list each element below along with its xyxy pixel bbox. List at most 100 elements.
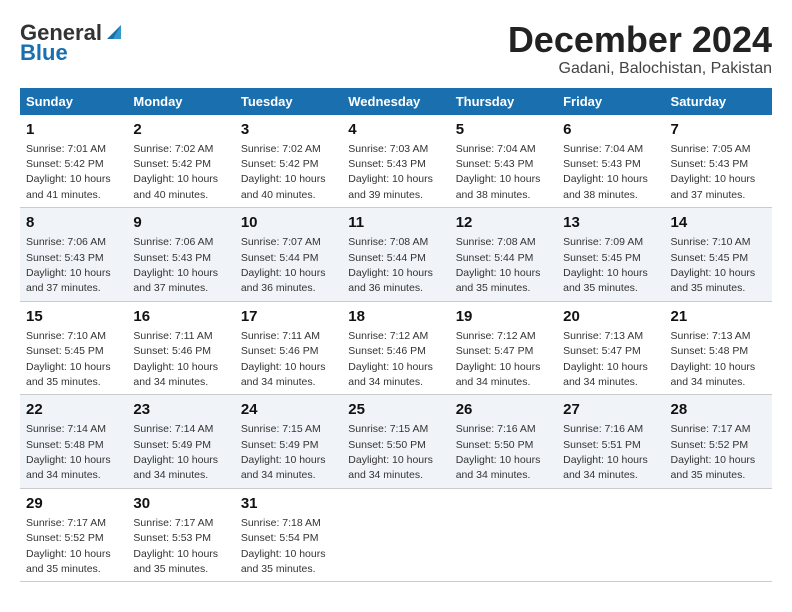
sunrise-text: Sunrise: 7:16 AM — [456, 423, 536, 435]
sunset-text: Sunset: 5:43 PM — [456, 158, 534, 170]
sunrise-text: Sunrise: 7:10 AM — [26, 330, 106, 342]
day-number: 5 — [456, 119, 551, 140]
calendar-day-cell — [450, 488, 557, 582]
weekday-header: Friday — [557, 88, 664, 115]
logo-blue: Blue — [20, 40, 68, 66]
sunset-text: Sunset: 5:44 PM — [456, 252, 534, 264]
day-number: 27 — [563, 399, 658, 420]
daylight-text: Daylight: 10 hours and 37 minutes. — [133, 267, 218, 294]
day-number: 13 — [563, 212, 658, 233]
weekday-header: Thursday — [450, 88, 557, 115]
sunset-text: Sunset: 5:49 PM — [133, 439, 211, 451]
calendar-day-cell — [665, 488, 772, 582]
sunset-text: Sunset: 5:48 PM — [671, 345, 749, 357]
day-number: 19 — [456, 306, 551, 327]
sunrise-text: Sunrise: 7:08 AM — [348, 236, 428, 248]
day-number: 31 — [241, 493, 336, 514]
calendar-day-cell — [557, 488, 664, 582]
day-number: 4 — [348, 119, 443, 140]
sunrise-text: Sunrise: 7:12 AM — [348, 330, 428, 342]
daylight-text: Daylight: 10 hours and 34 minutes. — [241, 361, 326, 388]
daylight-text: Daylight: 10 hours and 37 minutes. — [26, 267, 111, 294]
daylight-text: Daylight: 10 hours and 34 minutes. — [563, 361, 648, 388]
weekday-header: Sunday — [20, 88, 127, 115]
day-number: 29 — [26, 493, 121, 514]
daylight-text: Daylight: 10 hours and 40 minutes. — [241, 173, 326, 200]
sunrise-text: Sunrise: 7:11 AM — [133, 330, 212, 342]
sunset-text: Sunset: 5:43 PM — [26, 252, 104, 264]
calendar-day-cell: 16 Sunrise: 7:11 AM Sunset: 5:46 PM Dayl… — [127, 301, 234, 395]
calendar-week-row: 8 Sunrise: 7:06 AM Sunset: 5:43 PM Dayli… — [20, 208, 772, 302]
sunrise-text: Sunrise: 7:09 AM — [563, 236, 643, 248]
sunrise-text: Sunrise: 7:06 AM — [133, 236, 213, 248]
daylight-text: Daylight: 10 hours and 35 minutes. — [241, 548, 326, 575]
weekday-header: Monday — [127, 88, 234, 115]
sunset-text: Sunset: 5:52 PM — [26, 532, 104, 544]
daylight-text: Daylight: 10 hours and 34 minutes. — [563, 454, 648, 481]
day-number: 26 — [456, 399, 551, 420]
daylight-text: Daylight: 10 hours and 34 minutes. — [671, 361, 756, 388]
sunset-text: Sunset: 5:47 PM — [563, 345, 641, 357]
sunrise-text: Sunrise: 7:04 AM — [563, 143, 643, 155]
daylight-text: Daylight: 10 hours and 35 minutes. — [671, 454, 756, 481]
sunrise-text: Sunrise: 7:08 AM — [456, 236, 536, 248]
sunset-text: Sunset: 5:46 PM — [241, 345, 319, 357]
calendar-day-cell: 1 Sunrise: 7:01 AM Sunset: 5:42 PM Dayli… — [20, 115, 127, 208]
sunrise-text: Sunrise: 7:01 AM — [26, 143, 106, 155]
calendar-day-cell: 20 Sunrise: 7:13 AM Sunset: 5:47 PM Dayl… — [557, 301, 664, 395]
daylight-text: Daylight: 10 hours and 37 minutes. — [671, 173, 756, 200]
sunset-text: Sunset: 5:46 PM — [133, 345, 211, 357]
calendar-day-cell: 27 Sunrise: 7:16 AM Sunset: 5:51 PM Dayl… — [557, 395, 664, 489]
daylight-text: Daylight: 10 hours and 35 minutes. — [26, 548, 111, 575]
sunrise-text: Sunrise: 7:04 AM — [456, 143, 536, 155]
sunrise-text: Sunrise: 7:13 AM — [563, 330, 643, 342]
sunset-text: Sunset: 5:43 PM — [671, 158, 749, 170]
weekday-header: Saturday — [665, 88, 772, 115]
calendar-day-cell: 22 Sunrise: 7:14 AM Sunset: 5:48 PM Dayl… — [20, 395, 127, 489]
day-number: 21 — [671, 306, 766, 327]
day-number: 2 — [133, 119, 228, 140]
day-number: 14 — [671, 212, 766, 233]
sunrise-text: Sunrise: 7:15 AM — [241, 423, 321, 435]
daylight-text: Daylight: 10 hours and 35 minutes. — [456, 267, 541, 294]
calendar-day-cell: 28 Sunrise: 7:17 AM Sunset: 5:52 PM Dayl… — [665, 395, 772, 489]
daylight-text: Daylight: 10 hours and 38 minutes. — [456, 173, 541, 200]
sunset-text: Sunset: 5:48 PM — [26, 439, 104, 451]
calendar-day-cell — [342, 488, 449, 582]
calendar-day-cell: 17 Sunrise: 7:11 AM Sunset: 5:46 PM Dayl… — [235, 301, 342, 395]
logo-icon — [103, 21, 125, 43]
calendar-day-cell: 11 Sunrise: 7:08 AM Sunset: 5:44 PM Dayl… — [342, 208, 449, 302]
calendar-day-cell: 24 Sunrise: 7:15 AM Sunset: 5:49 PM Dayl… — [235, 395, 342, 489]
day-number: 12 — [456, 212, 551, 233]
sunrise-text: Sunrise: 7:02 AM — [133, 143, 213, 155]
sunrise-text: Sunrise: 7:17 AM — [671, 423, 751, 435]
sunset-text: Sunset: 5:45 PM — [26, 345, 104, 357]
calendar-day-cell: 26 Sunrise: 7:16 AM Sunset: 5:50 PM Dayl… — [450, 395, 557, 489]
daylight-text: Daylight: 10 hours and 35 minutes. — [26, 361, 111, 388]
sunset-text: Sunset: 5:44 PM — [241, 252, 319, 264]
calendar-day-cell: 31 Sunrise: 7:18 AM Sunset: 5:54 PM Dayl… — [235, 488, 342, 582]
daylight-text: Daylight: 10 hours and 34 minutes. — [456, 361, 541, 388]
day-number: 20 — [563, 306, 658, 327]
calendar-day-cell: 10 Sunrise: 7:07 AM Sunset: 5:44 PM Dayl… — [235, 208, 342, 302]
sunset-text: Sunset: 5:54 PM — [241, 532, 319, 544]
daylight-text: Daylight: 10 hours and 34 minutes. — [133, 361, 218, 388]
day-number: 18 — [348, 306, 443, 327]
day-number: 10 — [241, 212, 336, 233]
sunset-text: Sunset: 5:45 PM — [671, 252, 749, 264]
calendar-day-cell: 21 Sunrise: 7:13 AM Sunset: 5:48 PM Dayl… — [665, 301, 772, 395]
sunset-text: Sunset: 5:46 PM — [348, 345, 426, 357]
sunrise-text: Sunrise: 7:11 AM — [241, 330, 320, 342]
calendar-day-cell: 5 Sunrise: 7:04 AM Sunset: 5:43 PM Dayli… — [450, 115, 557, 208]
calendar-day-cell: 2 Sunrise: 7:02 AM Sunset: 5:42 PM Dayli… — [127, 115, 234, 208]
daylight-text: Daylight: 10 hours and 34 minutes. — [26, 454, 111, 481]
day-number: 7 — [671, 119, 766, 140]
calendar-day-cell: 7 Sunrise: 7:05 AM Sunset: 5:43 PM Dayli… — [665, 115, 772, 208]
sunrise-text: Sunrise: 7:03 AM — [348, 143, 428, 155]
day-number: 8 — [26, 212, 121, 233]
sunset-text: Sunset: 5:49 PM — [241, 439, 319, 451]
calendar-day-cell: 12 Sunrise: 7:08 AM Sunset: 5:44 PM Dayl… — [450, 208, 557, 302]
day-number: 25 — [348, 399, 443, 420]
calendar-week-row: 22 Sunrise: 7:14 AM Sunset: 5:48 PM Dayl… — [20, 395, 772, 489]
title-area: December 2024 Gadani, Balochistan, Pakis… — [508, 20, 772, 78]
